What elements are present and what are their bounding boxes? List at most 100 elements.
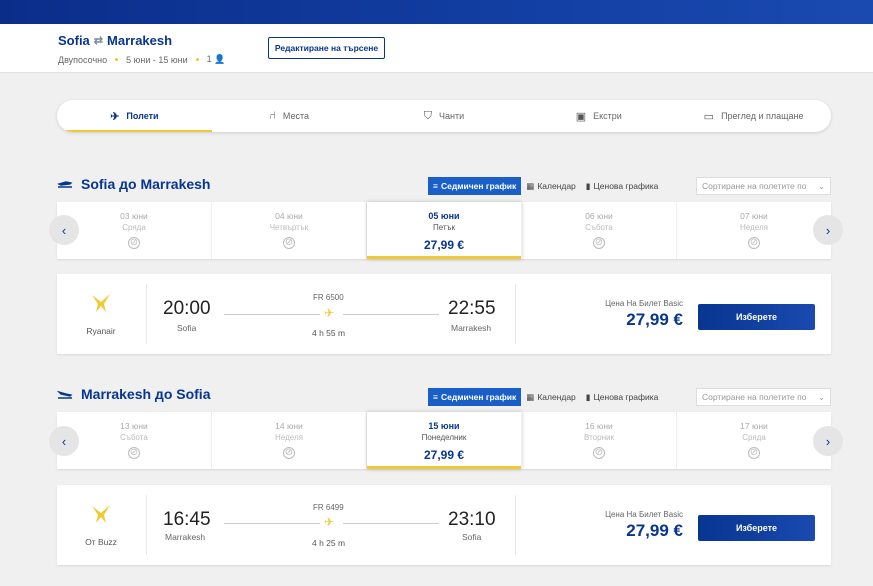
step-extras[interactable]: ▣ Екстри: [521, 100, 676, 132]
outbound-date-strip: 03 юни Сряда ⊘ 04 юни Четвъртък ⊘ 05 юни…: [57, 202, 831, 259]
weekday-label: Сряда: [122, 223, 146, 232]
trip-dates: 5 юни - 15 юни: [126, 54, 188, 65]
date-price: 27,99 €: [423, 448, 465, 462]
flight-price: 27,99 €: [626, 310, 683, 329]
price-chart-view-button[interactable]: ▮ Ценова графика: [581, 388, 664, 406]
plane-icon: ✈: [324, 306, 335, 320]
date-cell-selected[interactable]: 15 юни Понеделник 27,99 €: [367, 412, 522, 469]
no-flight-icon: ⊘: [748, 237, 760, 249]
step-seats[interactable]: ⑁ Места: [212, 100, 367, 132]
date-label: 07 юни: [740, 211, 768, 221]
trip-type: Двупосочно: [58, 54, 108, 65]
sort-placeholder: Сортиране на полетите по: [702, 181, 807, 191]
calendar-icon: ▦: [526, 180, 535, 191]
select-flight-button[interactable]: Изберете: [698, 515, 815, 541]
date-cell[interactable]: 14 юни Неделя ⊘: [212, 412, 367, 469]
divider: [515, 284, 516, 344]
date-label: 15 юни: [428, 421, 460, 431]
next-dates-button[interactable]: ›: [813, 215, 843, 245]
search-summary: Sofia ⇄ Marrakesh Двупосочно 5 юни - 15 …: [0, 24, 873, 73]
date-label: 05 юни: [428, 211, 460, 221]
prev-dates-button[interactable]: ‹: [49, 426, 79, 456]
departure-city: Sofia: [177, 323, 197, 333]
inbound-flight-card[interactable]: От Buzz 16:45 Marrakesh FR 6499 ✈ 4 h 25…: [57, 485, 831, 565]
weekday-label: Неделя: [275, 433, 303, 442]
date-cell[interactable]: 03 юни Сряда ⊘: [57, 202, 212, 259]
step-bags[interactable]: ⛉ Чанти: [367, 100, 522, 132]
date-cell[interactable]: 07 юни Неделя ⊘: [677, 202, 831, 259]
section-title-text: Sofia до Marrakesh: [81, 176, 211, 192]
route-line: [343, 523, 439, 524]
card-icon: ▭: [703, 110, 715, 123]
date-cell[interactable]: 13 юни Събота ⊘: [57, 412, 212, 469]
date-cell[interactable]: 04 юни Четвъртък ⊘: [212, 202, 367, 259]
inbound-title: Marrakesh до Sofia: [57, 386, 211, 402]
edit-search-button[interactable]: Редактиране на търсене: [268, 37, 385, 59]
airline-name: От Buzz: [85, 537, 117, 547]
step-label: Чанти: [439, 111, 465, 121]
outbound-flight-card[interactable]: Ryanair 20:00 Sofia FR 6500 ✈ 4 h 55 m 2…: [57, 274, 831, 354]
takeoff-icon: [57, 181, 73, 188]
seat-icon: ⑁: [269, 110, 276, 122]
outbound-sort-select[interactable]: Сортиране на полетите по ⌄: [696, 177, 831, 195]
date-cell[interactable]: 17 юни Сряда ⊘: [677, 412, 831, 469]
bag-icon: ⛉: [423, 109, 433, 122]
inbound-date-strip: 13 юни Събота ⊘ 14 юни Неделя ⊘ 15 юни П…: [57, 412, 831, 469]
weekday-label: Събота: [585, 223, 613, 232]
flight-duration: 4 h 55 m: [312, 328, 346, 338]
date-cell[interactable]: 16 юни Вторник ⊘: [522, 412, 677, 469]
outbound-title: Sofia до Marrakesh: [57, 176, 211, 192]
date-cell-selected[interactable]: 05 юни Петък 27,99 €: [367, 202, 522, 259]
weekday-label: Събота: [120, 433, 148, 442]
flight-number: FR 6500: [313, 293, 344, 302]
date-label: 16 юни: [585, 421, 613, 431]
date-price: 27,99 €: [423, 238, 465, 252]
price-chart-view-button[interactable]: ▮ Ценова графика: [581, 177, 664, 195]
separator-dot: [115, 58, 119, 61]
next-dates-button[interactable]: ›: [813, 426, 843, 456]
divider: [146, 495, 147, 555]
airline-name: Ryanair: [86, 326, 116, 336]
step-label: Места: [282, 111, 310, 121]
prev-dates-button[interactable]: ‹: [49, 215, 79, 245]
calendar-view-button[interactable]: ▦ Календар: [521, 177, 581, 195]
step-label: Преглед и плащане: [721, 111, 804, 121]
date-cell[interactable]: 06 юни Събота ⊘: [522, 202, 677, 259]
weekday-label: Четвъртък: [269, 223, 309, 232]
arrival-time: 23:10: [448, 509, 496, 530]
weekly-view-button[interactable]: ≡ Седмичен график: [428, 177, 522, 195]
airline-block: От Buzz: [57, 485, 145, 565]
calendar-icon: ▦: [526, 391, 535, 402]
step-review-payment[interactable]: ▭ Преглед и плащане: [676, 100, 831, 132]
arrival-time: 22:55: [448, 298, 496, 319]
flight-price: 27,99 €: [626, 521, 683, 540]
roundtrip-icon: ⇄: [93, 35, 104, 47]
date-label: 03 юни: [120, 211, 148, 221]
chevron-left-icon: ‹: [61, 222, 67, 238]
chevron-right-icon: ›: [825, 433, 831, 449]
route-line: [343, 314, 439, 315]
landing-icon: [57, 390, 73, 399]
bar-chart-icon: ▮: [585, 391, 591, 402]
select-flight-button[interactable]: Изберете: [698, 304, 815, 330]
inbound-sort-select[interactable]: Сортиране на полетите по ⌄: [696, 388, 831, 406]
date-label: 14 юни: [275, 421, 303, 431]
no-flight-icon: ⊘: [128, 237, 140, 249]
airline-block: Ryanair: [57, 274, 145, 354]
step-label: Полети: [126, 111, 159, 121]
chevron-left-icon: ‹: [61, 433, 67, 449]
date-label: 13 юни: [120, 421, 148, 431]
fare-label: Цена На Билет Basic: [605, 299, 683, 308]
date-label: 04 юни: [275, 211, 303, 221]
calendar-view-button[interactable]: ▦ Календар: [521, 388, 581, 406]
no-flight-icon: ⊘: [283, 237, 295, 249]
route-title: Sofia ⇄ Marrakesh: [58, 33, 172, 48]
step-flights[interactable]: ✈ Полети: [57, 100, 212, 132]
weekday-label: Понеделник: [421, 433, 467, 442]
no-flight-icon: ⊘: [593, 447, 605, 459]
plane-icon: ✈: [324, 515, 335, 529]
weekday-label: Вторник: [584, 433, 614, 442]
weekly-view-button[interactable]: ≡ Седмичен график: [428, 388, 522, 406]
flight-duration: 4 h 25 m: [312, 538, 346, 548]
bar-chart-icon: ▮: [585, 180, 591, 191]
